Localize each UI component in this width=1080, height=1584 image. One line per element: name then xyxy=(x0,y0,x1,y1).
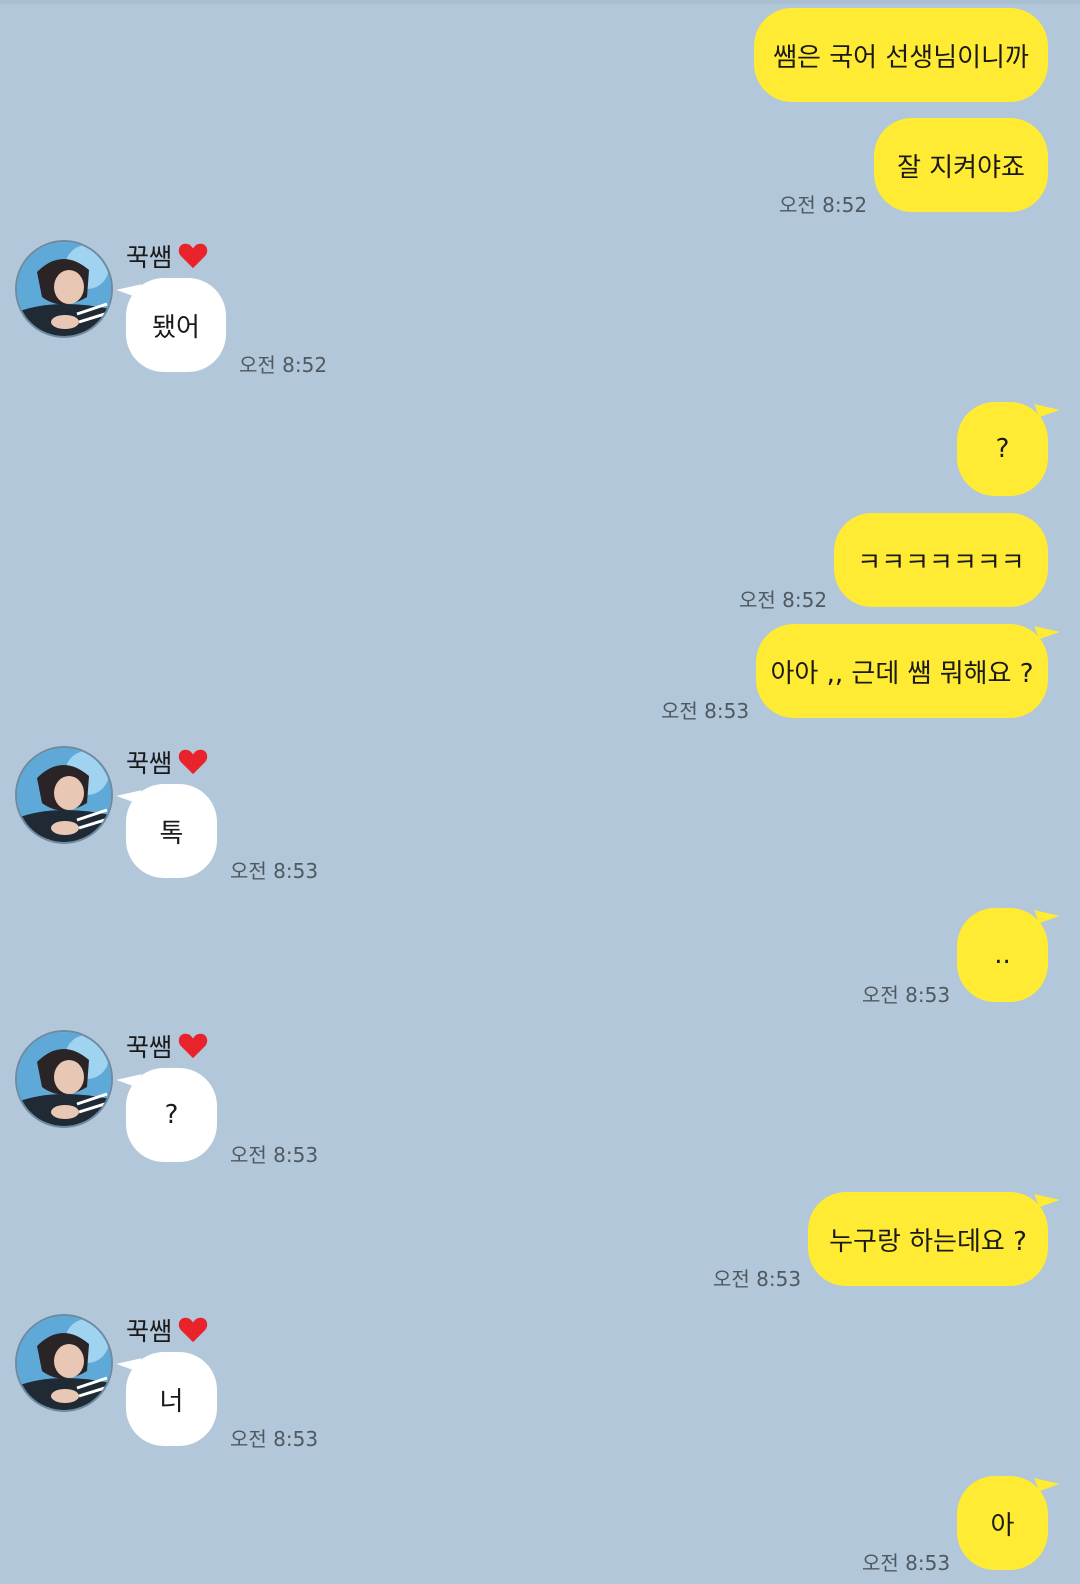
message-time: 오전 8:53 xyxy=(713,1267,802,1291)
message-time: 오전 8:52 xyxy=(779,193,868,217)
message-time: 오전 8:53 xyxy=(661,699,750,723)
message-time: 오전 8:52 xyxy=(239,353,328,377)
message-text: 잘 지켜야죠 xyxy=(897,152,1025,183)
my-message-bubble[interactable]: ㅋㅋㅋㅋㅋㅋㅋ xyxy=(834,513,1048,607)
message-time: 오전 8:53 xyxy=(862,1551,951,1575)
their-message-bubble[interactable]: 너 xyxy=(126,1352,217,1446)
message-time: 오전 8:53 xyxy=(862,983,951,1007)
message-text: ? xyxy=(164,1100,179,1130)
contact-name: 꾹쌤 xyxy=(126,1312,208,1348)
contact-name: 꾹쌤 xyxy=(126,238,208,274)
avatar-photo-icon xyxy=(17,1032,111,1126)
message-text: ? xyxy=(995,434,1010,464)
message-text: 됐어 xyxy=(152,312,200,343)
message-text: 쌤은 국어 선생님이니까 xyxy=(773,42,1029,73)
message-time: 오전 8:53 xyxy=(230,859,319,883)
message-text: 아 xyxy=(990,1510,1015,1541)
avatar-photo-icon xyxy=(17,748,111,842)
contact-avatar[interactable] xyxy=(15,746,113,844)
contact-avatar[interactable] xyxy=(15,1030,113,1128)
message-text: 누구랑 하는데요 ? xyxy=(829,1226,1027,1257)
message-time: 오전 8:53 xyxy=(230,1143,319,1167)
message-time: 오전 8:52 xyxy=(739,588,828,612)
message-text: 너 xyxy=(159,1386,184,1417)
top-edge xyxy=(0,0,1080,4)
heart-icon xyxy=(178,1317,208,1343)
message-text: 아아 ,, 근데 쌤 뭐해요 ? xyxy=(770,658,1034,689)
avatar-photo-icon xyxy=(17,1316,111,1410)
contact-avatar[interactable] xyxy=(15,1314,113,1412)
contact-name: 꾹쌤 xyxy=(126,744,208,780)
their-message-bubble[interactable]: 톡 xyxy=(126,784,217,878)
my-message-bubble[interactable]: ? xyxy=(957,402,1048,496)
avatar-photo-icon xyxy=(17,242,111,336)
my-message-bubble[interactable]: 아아 ,, 근데 쌤 뭐해요 ? xyxy=(756,624,1048,718)
my-message-bubble[interactable]: 쌤은 국어 선생님이니까 xyxy=(754,8,1048,102)
my-message-bubble[interactable]: 아 xyxy=(957,1476,1048,1570)
their-message-bubble[interactable]: ? xyxy=(126,1068,217,1162)
my-message-bubble[interactable]: 누구랑 하는데요 ? xyxy=(808,1192,1048,1286)
chat-area[interactable]: 쌤은 국어 선생님이니까 잘 지켜야죠 오전 8:52 꾹쌤 됐어 오전 8:5… xyxy=(0,0,1080,1584)
my-message-bubble[interactable]: .. xyxy=(957,908,1048,1002)
heart-icon xyxy=(178,243,208,269)
message-time: 오전 8:53 xyxy=(230,1427,319,1451)
their-message-bubble[interactable]: 됐어 xyxy=(126,278,226,372)
heart-icon xyxy=(178,749,208,775)
message-text: .. xyxy=(994,940,1011,970)
contact-avatar[interactable] xyxy=(15,240,113,338)
message-text: ㅋㅋㅋㅋㅋㅋㅋ xyxy=(857,547,1025,578)
message-text: 톡 xyxy=(159,818,184,849)
contact-name: 꾹쌤 xyxy=(126,1028,208,1064)
my-message-bubble[interactable]: 잘 지켜야죠 xyxy=(874,118,1048,212)
heart-icon xyxy=(178,1033,208,1059)
